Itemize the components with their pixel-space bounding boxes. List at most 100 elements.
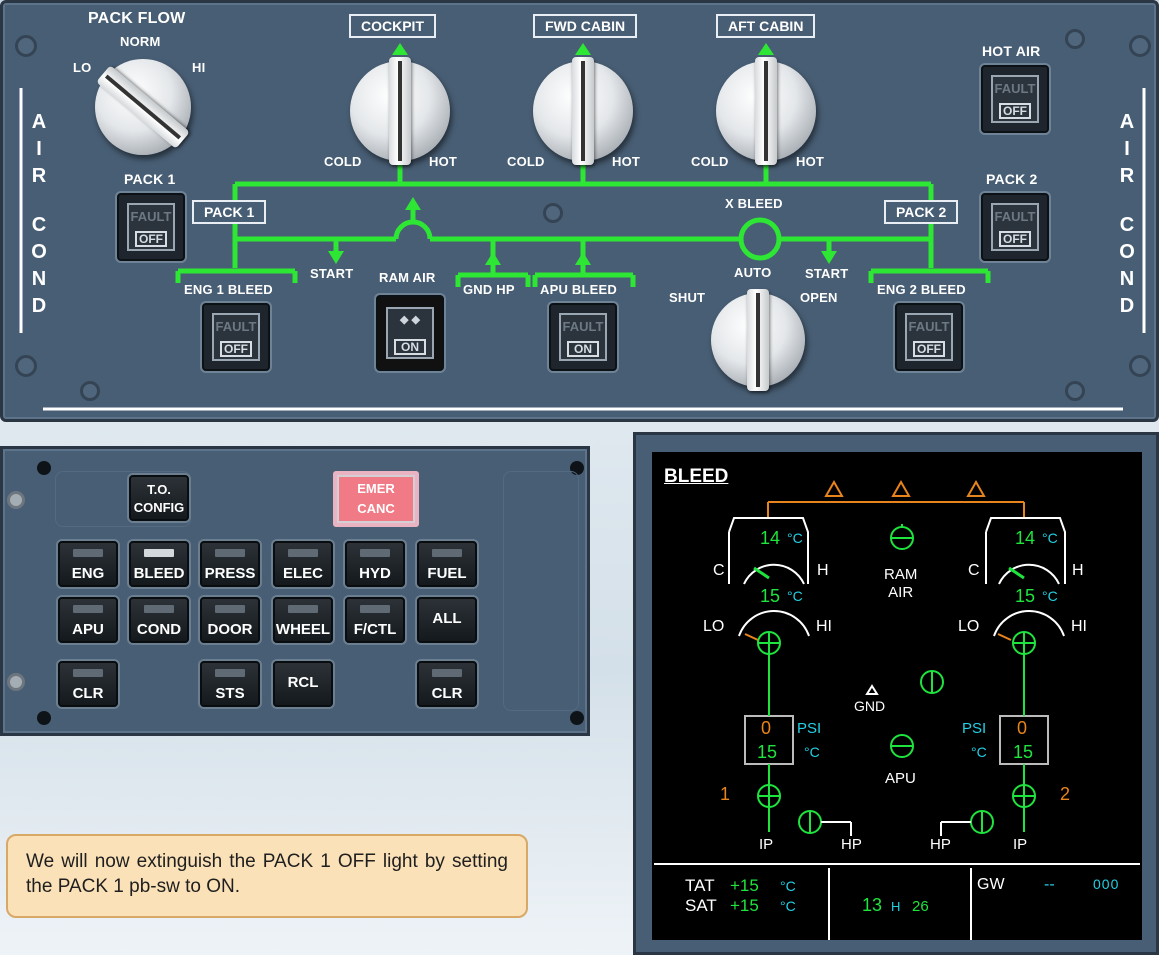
air-cond-side-label-left: AIRCOND	[31, 111, 47, 317]
screw	[1065, 381, 1085, 401]
left-psi-unit: PSI	[797, 720, 822, 737]
fwd-cabin-label: FWD CABIN	[533, 14, 638, 38]
gnd-hp-label: GND HP	[463, 282, 515, 297]
xbleed-shut-label: SHUT	[669, 290, 706, 305]
pack1-fault-light: FAULT	[130, 209, 172, 224]
clock-separator: H	[891, 899, 901, 914]
pack2-duct-label: PACK 2	[884, 200, 959, 224]
left-bypass-c-label: C	[713, 562, 725, 579]
eng1-bleed-off-light: OFF	[220, 341, 252, 357]
page-title: BLEED	[664, 466, 729, 487]
recess	[503, 471, 579, 711]
aft-cabin-cold-label: COLD	[691, 154, 729, 169]
screw	[1129, 35, 1151, 57]
right-bypass-h-label: H	[1072, 562, 1084, 579]
pack2-off-light: OFF	[999, 231, 1031, 247]
right-psi-unit: PSI	[962, 720, 987, 737]
sat-unit: °C	[780, 898, 796, 914]
door-page-key[interactable]: DOOR	[200, 597, 260, 643]
right-pack-outlet-temp-unit: °C	[1042, 530, 1058, 546]
left-flow-lo-label: LO	[703, 618, 725, 635]
fwd-cabin-temp-selector-knob[interactable]	[533, 57, 633, 165]
eng-page-key[interactable]: ENG	[58, 541, 118, 587]
eng2-bleed-off-light: OFF	[913, 341, 945, 357]
right-hp-label: HP	[930, 836, 951, 853]
instruction-callout: We will now extinguish the PACK 1 OFF li…	[6, 834, 528, 918]
pack-flow-selector-knob[interactable]	[95, 59, 191, 155]
cond-page-key[interactable]: COND	[129, 597, 189, 643]
right-temp-unit: °C	[971, 744, 987, 760]
apu-label: APU	[885, 770, 916, 787]
apu-bleed-on-light: ON	[567, 341, 599, 357]
apu-bleed-title: APU BLEED	[540, 282, 617, 297]
hot-air-pushbutton[interactable]: FAULT OFF	[981, 65, 1049, 133]
ram-air-title: RAM AIR	[379, 270, 436, 285]
apu-bleed-fault-light: FAULT	[562, 319, 604, 334]
fuel-page-key[interactable]: FUEL	[417, 541, 477, 587]
sts-key[interactable]: STS	[200, 661, 260, 707]
pack1-title: PACK 1	[124, 171, 176, 187]
screw	[1129, 355, 1151, 377]
fctl-page-key[interactable]: F/CTL	[345, 597, 405, 643]
apu-bleed-pushbutton[interactable]: FAULT ON	[549, 303, 617, 371]
tat-value: +15	[730, 876, 759, 895]
pack-flow-norm-label: NORM	[120, 34, 161, 49]
apu-page-key[interactable]: APU	[58, 597, 118, 643]
pack-flow-lo-label: LO	[73, 60, 92, 75]
gnd-label: GND	[854, 698, 886, 714]
press-page-key[interactable]: PRESS	[200, 541, 260, 587]
to-config-key[interactable]: T.O. CONFIG	[129, 475, 189, 521]
engine-2-number: 2	[1060, 784, 1071, 804]
right-bleed-psi-value: 0	[1017, 718, 1028, 738]
clr-key-right[interactable]: CLR	[417, 661, 477, 707]
ecam-control-panel: T.O. CONFIG EMER CANC ENG BLEED PRESS ELEC…	[0, 446, 590, 736]
all-key[interactable]: ALL	[417, 597, 477, 643]
cockpit-temp-selector-knob[interactable]	[350, 57, 450, 165]
eng1-bleed-title: ENG 1 BLEED	[184, 282, 273, 297]
hot-air-title: HOT AIR	[982, 43, 1041, 59]
eng1-bleed-pushbutton[interactable]: FAULT OFF	[202, 303, 270, 371]
cockpit-hot-label: HOT	[429, 154, 458, 169]
xbleed-auto-label: AUTO	[734, 265, 772, 280]
clock-minutes: 26	[912, 898, 929, 915]
xbleed-selector-knob[interactable]	[711, 289, 805, 391]
gw-dashes: --	[1044, 876, 1055, 893]
aft-cabin-temp-selector-knob[interactable]	[716, 57, 816, 165]
right-pack-outlet-temp: 14	[1015, 528, 1036, 548]
bleed-page-key[interactable]: BLEED	[129, 541, 189, 587]
eng1-bleed-fault-light: FAULT	[215, 319, 257, 334]
left-hp-label: HP	[841, 836, 862, 853]
pack1-pushbutton[interactable]: FAULT OFF	[117, 193, 185, 261]
right-flow-lo-label: LO	[958, 618, 980, 635]
rcl-key[interactable]: RCL	[273, 661, 333, 707]
elec-page-key[interactable]: ELEC	[273, 541, 333, 587]
pack-flow-title: PACK FLOW	[88, 10, 186, 27]
clock-hours: 13	[862, 895, 883, 915]
wheel-page-key[interactable]: WHEEL	[273, 597, 333, 643]
left-pack-comp-temp: 15	[760, 586, 781, 606]
screw	[80, 381, 100, 401]
clr-key-left[interactable]: CLR	[58, 661, 118, 707]
air-cond-side-label-right: AIRCOND	[1119, 111, 1135, 317]
air-cond-overhead-panel: AIRCOND AIRCOND PACK FLOW NORM LO HI COC…	[0, 0, 1159, 422]
left-pack-comp-temp-unit: °C	[787, 588, 803, 604]
screw	[543, 203, 563, 223]
ram-air-on-light: ON	[394, 339, 426, 355]
hyd-page-key[interactable]: HYD	[345, 541, 405, 587]
xbleed-open-label: OPEN	[800, 290, 838, 305]
ram-air-guarded-pushbutton[interactable]: ◆ ◆ ON	[376, 295, 444, 371]
left-flow-hi-label: HI	[816, 618, 832, 635]
sat-value: +15	[730, 896, 759, 915]
right-bypass-c-label: C	[968, 562, 980, 579]
gw-label: GW	[977, 876, 1005, 893]
start-label-right: START	[805, 266, 849, 281]
left-ip-label: IP	[759, 836, 774, 853]
aft-cabin-label: AFT CABIN	[716, 14, 816, 38]
sat-label: SAT	[685, 896, 717, 915]
pack2-pushbutton[interactable]: FAULT OFF	[981, 193, 1049, 261]
right-flow-hi-label: HI	[1071, 618, 1087, 635]
emer-canc-key[interactable]: EMER CANC	[337, 475, 415, 523]
emer-canc-key-frame: EMER CANC	[333, 471, 419, 527]
eng2-bleed-pushbutton[interactable]: FAULT OFF	[895, 303, 963, 371]
right-bleed-temp-value: 15	[1013, 742, 1034, 762]
